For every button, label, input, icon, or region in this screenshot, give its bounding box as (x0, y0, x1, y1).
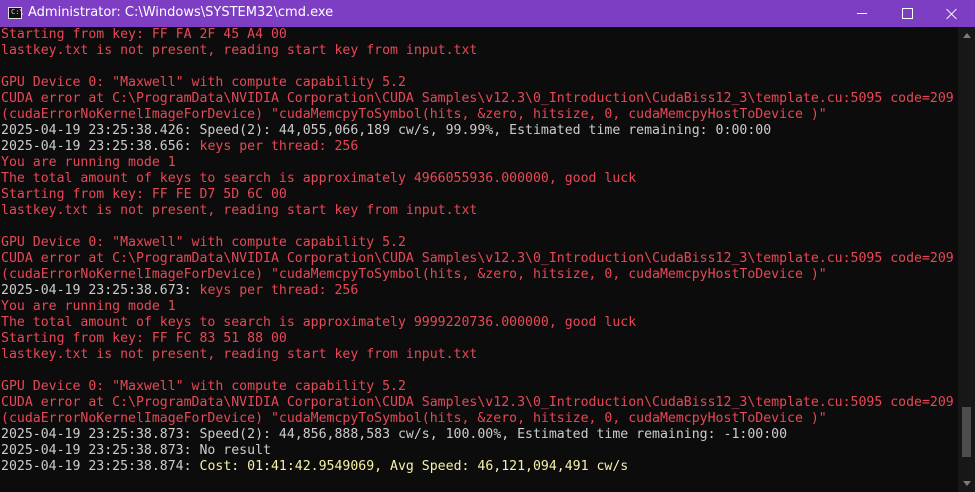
console-line (0, 219, 958, 235)
console-line: GPU Device 0: "Maxwell" with compute cap… (0, 379, 958, 395)
console-text: CUDA error at C:\ProgramData\NVIDIA Corp… (1, 395, 954, 410)
console-text: 2025-04-19 23:25:38.426: Speed(2): 44,05… (1, 123, 772, 138)
console-line: CUDA error at C:\ProgramData\NVIDIA Corp… (0, 251, 958, 267)
console-text: You are running mode 1 (1, 155, 176, 170)
console-line: 2025-04-19 23:25:38.874: Cost: 01:41:42.… (0, 459, 958, 475)
console-text: 2025-04-19 23:25:38.873: Speed(2): 44,85… (1, 427, 788, 442)
console-text: 2025-04-19 23:25:38.673: (1, 283, 200, 298)
console-line: 2025-04-19 23:25:38.673: keys per thread… (0, 283, 958, 299)
console-text: 2025-04-19 23:25:38.874: (1, 459, 200, 474)
console-text: keys per thread: 256 (199, 139, 359, 154)
console-text: CUDA error at C:\ProgramData\NVIDIA Corp… (1, 91, 954, 106)
console-line: (cudaErrorNoKernelImageForDevice) "cudaM… (0, 107, 958, 123)
console-line: 2025-04-19 23:25:38.873: Speed(2): 44,85… (0, 427, 958, 443)
console-text: GPU Device 0: "Maxwell" with compute cap… (1, 235, 406, 250)
console-line: (cudaErrorNoKernelImageForDevice) "cudaM… (0, 267, 958, 283)
console-text: (cudaErrorNoKernelImageForDevice) "cudaM… (1, 267, 827, 282)
console-text: You are running mode 1 (1, 299, 176, 314)
console-text: 2025-04-19 23:25:38.873: No result (1, 443, 271, 458)
console-line: Starting from key: FF FA 2F 45 A4 00 (0, 27, 958, 43)
console-line: The total amount of keys to search is ap… (0, 171, 958, 187)
maximize-button[interactable] (884, 0, 930, 27)
console-text: Starting from key: FF FA 2F 45 A4 00 (1, 27, 287, 42)
maximize-icon (901, 8, 913, 19)
console-text: (cudaErrorNoKernelImageForDevice) "cudaM… (1, 411, 827, 426)
title-bar[interactable]: C:\ Administrator: C:\Windows\SYSTEM32\c… (0, 0, 975, 27)
console-text: GPU Device 0: "Maxwell" with compute cap… (1, 379, 406, 394)
console-text: lastkey.txt is not present, reading star… (1, 43, 478, 58)
cmd-icon[interactable]: C:\ (8, 7, 24, 19)
console-line: (cudaErrorNoKernelImageForDevice) "cudaM… (0, 411, 958, 427)
scroll-up-arrow-icon[interactable] (963, 33, 971, 38)
console-line: lastkey.txt is not present, reading star… (0, 43, 958, 59)
console-line: 2025-04-19 23:25:38.656: keys per thread… (0, 139, 958, 155)
scrollbar-thumb[interactable] (962, 407, 971, 457)
console-line: lastkey.txt is not present, reading star… (0, 203, 958, 219)
console-text: CUDA error at C:\ProgramData\NVIDIA Corp… (1, 251, 954, 266)
console-text: 2025-04-19 23:25:38.656: (1, 139, 200, 154)
console-line: 2025-04-19 23:25:38.873: No result (0, 443, 958, 459)
console-text: The total amount of keys to search is ap… (1, 171, 637, 186)
console-text: lastkey.txt is not present, reading star… (1, 203, 478, 218)
console-text: Starting from key: FF FC 83 51 88 00 (1, 331, 287, 346)
console-output[interactable]: Starting from key: FF FA 2F 45 A4 00 last… (0, 27, 958, 492)
minimize-icon (857, 13, 867, 14)
console-line: Starting from key: FF FE D7 5D 6C 00 (0, 187, 958, 203)
window-title: Administrator: C:\Windows\SYSTEM32\cmd.e… (28, 5, 334, 20)
console-line: GPU Device 0: "Maxwell" with compute cap… (0, 235, 958, 251)
vertical-scrollbar[interactable] (958, 27, 975, 492)
console-line: Starting from key: FF FC 83 51 88 00 (0, 331, 958, 347)
console-text: lastkey.txt is not present, reading star… (1, 347, 478, 362)
console-line: lastkey.txt is not present, reading star… (0, 347, 958, 363)
cmd-icon-label: C:\ (11, 8, 24, 16)
console-line: You are running mode 1 (0, 155, 958, 171)
scroll-down-arrow-icon[interactable] (963, 481, 971, 486)
close-button[interactable] (929, 0, 975, 27)
console-text: (cudaErrorNoKernelImageForDevice) "cudaM… (1, 107, 827, 122)
console-text: Starting from key: FF FE D7 5D 6C 00 (1, 187, 287, 202)
console-line: You are running mode 1 (0, 299, 958, 315)
console-text: GPU Device 0: "Maxwell" with compute cap… (1, 75, 406, 90)
console-line: CUDA error at C:\ProgramData\NVIDIA Corp… (0, 91, 958, 107)
console-line (0, 59, 958, 75)
console-text: keys per thread: 256 (199, 283, 359, 298)
console-line: The total amount of keys to search is ap… (0, 315, 958, 331)
console-line: GPU Device 0: "Maxwell" with compute cap… (0, 75, 958, 91)
close-icon (946, 8, 958, 20)
console-line: 2025-04-19 23:25:38.426: Speed(2): 44,05… (0, 123, 958, 139)
console-text: The total amount of keys to search is ap… (1, 315, 637, 330)
console-line (0, 363, 958, 379)
console-text: Cost: 01:41:42.9549069, Avg Speed: 46,12… (199, 459, 629, 474)
minimize-button[interactable] (839, 0, 885, 27)
console-line: CUDA error at C:\ProgramData\NVIDIA Corp… (0, 395, 958, 411)
